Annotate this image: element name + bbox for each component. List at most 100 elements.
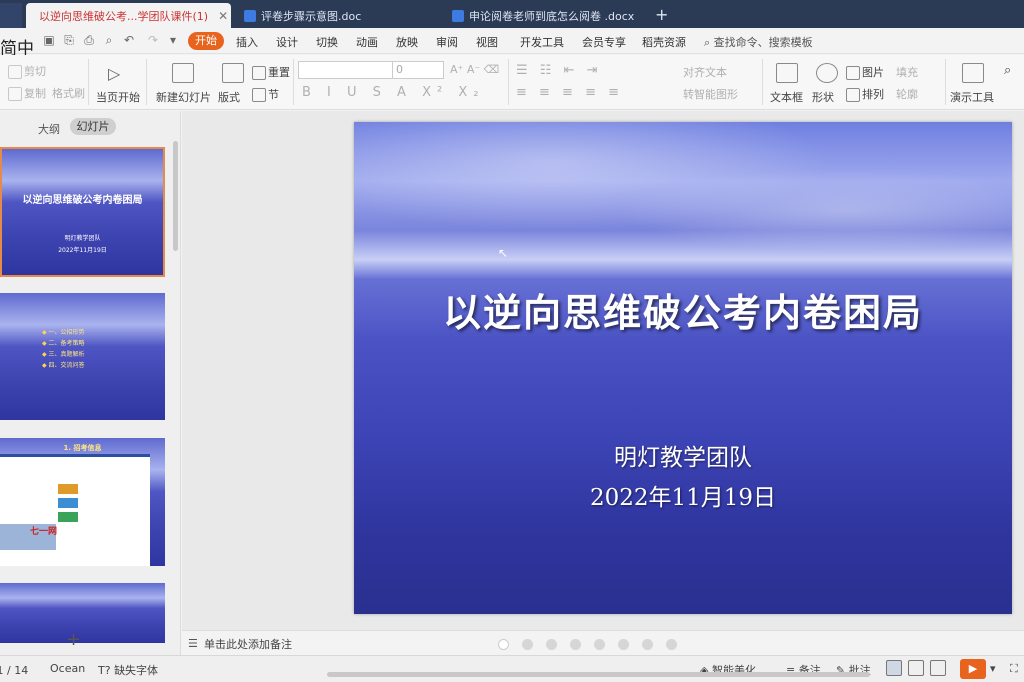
slide-title[interactable]: 以逆向思维破公考内卷困局 [354,282,1012,337]
view-outline-tab[interactable]: 大纲 [38,121,60,137]
menu-developer[interactable]: 开发工具 [520,34,564,50]
page-dot[interactable] [618,639,629,650]
slide-thumbnail-4[interactable] [0,583,165,643]
shape-button[interactable]: 形状 [812,89,834,105]
page-dot[interactable] [666,639,677,650]
convert-smartart-button[interactable]: 转智能图形 [683,86,738,102]
scissors-icon [8,65,22,79]
menu-insert[interactable]: 插入 [236,34,258,50]
new-slide-button[interactable]: 新建幻灯片 [156,89,211,105]
page-dot[interactable] [522,639,533,650]
divider [762,59,763,105]
slide-subtitle-team[interactable]: 明灯教学团队 [354,438,1012,472]
textbox-button[interactable]: 文本框 [770,89,803,105]
normal-view-icon[interactable] [886,660,902,676]
chevron-down-icon[interactable]: ▾ [166,33,180,47]
save-icon[interactable]: ▣ [42,33,56,47]
menu-bar: ▣ ⎘ ⎙ ⌕ ↶ ↷ ▾ 开始 插入 设计 切换 动画 放映 审阅 视图 开发… [0,28,1024,54]
find-icon[interactable]: ⌕ [1004,63,1011,78]
presentation-tools-button[interactable]: 演示工具 [950,89,994,105]
page-dot[interactable] [594,639,605,650]
menu-member[interactable]: 会员专享 [582,34,626,50]
sorter-view-icon[interactable] [908,660,924,676]
slide-subtitle-date[interactable]: 2022年11月19日 [354,478,1012,512]
section-button[interactable]: 节 [252,86,279,102]
page-dot[interactable] [570,639,581,650]
cut-label: 剪切 [24,65,46,78]
tab-doc-2[interactable]: 申论阅卷老师到底怎么阅卷 .docx [444,3,649,28]
fill-label: 填充 [896,66,918,79]
export-icon[interactable]: ⎘ [62,33,76,47]
slide-thumbnail-3[interactable]: 1. 招考信息 七一网 [0,438,165,566]
picture-button[interactable]: 图片 [846,64,884,80]
tab-presentation[interactable]: 以逆向思维破公考...学团队课件(1) ✕ [26,3,231,28]
slide-thumbnail-2[interactable]: 一、公招形势 二、备考策略 三、真题解析 四、交流问答 [0,293,165,420]
copy-button[interactable]: 复制 [8,85,46,101]
chevron-down-icon[interactable]: ▾ [990,662,996,675]
notes-input[interactable]: 单击此处添加备注 [204,636,292,652]
menu-slideshow[interactable]: 放映 [396,34,418,50]
menu-animation[interactable]: 动画 [356,34,378,50]
page-dot[interactable] [546,639,557,650]
add-tab-icon[interactable]: + [655,5,668,24]
horizontal-scrollbar[interactable] [327,672,870,677]
shape-label: 形状 [812,91,834,104]
outline-label: 轮廓 [896,88,918,101]
menu-design[interactable]: 设计 [276,34,298,50]
thumb-banner: 七一网 [30,527,58,537]
arrange-button[interactable]: 排列 [846,86,884,102]
font-size-input[interactable]: 0 [392,61,444,79]
preview-icon[interactable]: ⌕ [102,33,116,47]
new-slide-icon [172,63,196,83]
align-text-button[interactable]: 对齐文本 [683,64,727,80]
play-slideshow-button[interactable]: ▶ [960,659,986,679]
add-slide-icon[interactable]: + [66,629,81,650]
mouse-cursor-icon: ↖ [498,246,509,260]
align-buttons[interactable]: ≡ ≡ ≡ ≡ ≡ [516,85,623,100]
page-dot[interactable] [498,639,509,650]
list-item: 四、交流问答 [42,362,85,369]
panel-scrollbar[interactable] [173,141,178,251]
undo-icon[interactable]: ↶ [122,33,136,47]
menu-start[interactable]: 开始 [188,32,224,50]
home-tab[interactable] [0,3,22,28]
play-icon: ▷ [108,64,121,83]
thumb-title: 1. 招考信息 [63,444,102,452]
cut-button[interactable]: 剪切 [8,63,46,79]
menu-docer[interactable]: 稻壳资源 [642,34,686,50]
page-dot[interactable] [642,639,653,650]
close-icon[interactable]: ✕ [218,9,228,23]
menu-view[interactable]: 视图 [476,34,498,50]
command-search-label: 查找命令、搜索模板 [713,36,813,49]
text-style-buttons[interactable]: B I U S A X² X₂ [302,85,484,100]
font-family-input[interactable] [298,61,393,79]
redo-icon[interactable]: ↷ [146,33,160,47]
list-buttons[interactable]: ☰ ☷ ⇤ ⇥ [516,63,602,78]
print-icon[interactable]: ⎙ [82,33,96,47]
menu-review[interactable]: 审阅 [436,34,458,50]
current-slide[interactable]: 以逆向思维破公考内卷困局 明灯教学团队 2022年11月19日 ↖ [354,122,1012,614]
thumb-bullet-list: 一、公招形势 二、备考策略 三、真题解析 四、交流问答 [42,327,85,371]
divider [88,59,89,105]
font-grow-button[interactable]: A⁺ A⁻ ⌫ [450,63,499,76]
search-icon: ⌕ [704,36,714,49]
command-search[interactable]: ⌕ 查找命令、搜索模板 [704,34,813,50]
format-painter-button[interactable]: 格式刷 [52,85,85,101]
reset-button[interactable]: 重置 [252,64,290,80]
play-from-current-button[interactable]: 当页开始 [96,89,140,105]
list-item: 三、真题解析 [42,351,85,358]
layout-button[interactable]: 版式 [218,89,240,105]
view-slides-tab[interactable]: 幻灯片 [70,118,116,135]
tab-doc-1[interactable]: 评卷步骤示意图.doc [236,3,436,28]
page-dots [498,639,690,653]
slide-thumbnail-1[interactable]: 以逆向思维破公考内卷困局 明灯教学团队 2022年11月19日 [0,147,165,277]
reading-view-icon[interactable] [930,660,946,676]
fit-window-icon[interactable]: ⛶ [1010,662,1018,676]
outline-button[interactable]: 轮廓 [896,86,918,102]
fill-button[interactable]: 填充 [896,64,918,80]
menu-transition[interactable]: 切换 [316,34,338,50]
list-item: 一、公招形势 [42,329,85,336]
list-item: 二、备考策略 [42,340,85,347]
missing-font-button[interactable]: T? 缺失字体 [98,662,158,678]
tab-label: 评卷步骤示意图.doc [261,9,362,23]
